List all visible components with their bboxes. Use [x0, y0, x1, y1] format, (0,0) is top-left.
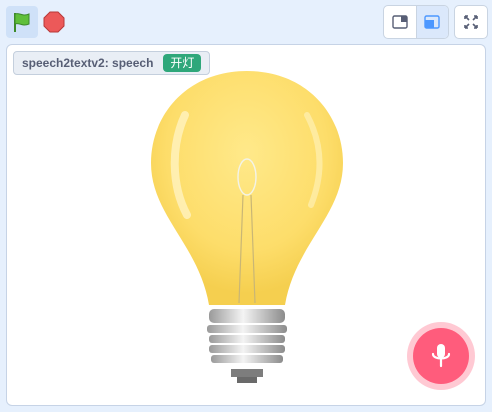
large-stage-button[interactable] [416, 6, 448, 38]
stage-toolbar [0, 0, 492, 44]
small-stage-button[interactable] [384, 6, 417, 38]
microphone-button-inner [413, 328, 469, 384]
small-stage-icon [392, 15, 408, 29]
stop-sign-icon [43, 11, 65, 33]
microphone-icon [431, 344, 451, 368]
fullscreen-icon [464, 15, 478, 29]
fullscreen-button[interactable] [454, 5, 488, 39]
green-flag-icon [14, 13, 30, 32]
microphone-button[interactable] [407, 322, 475, 390]
monitor-value: 开灯 [163, 54, 202, 72]
variable-monitor[interactable]: speech2textv2: speech 开灯 [13, 51, 211, 75]
stage[interactable]: speech2textv2: speech 开灯 [6, 44, 486, 406]
green-flag-button[interactable] [6, 6, 38, 38]
stage-size-toggle [383, 5, 449, 39]
monitor-label: speech2textv2: speech [22, 56, 154, 70]
light-bulb-sprite[interactable] [147, 65, 347, 385]
stop-button[interactable] [40, 8, 68, 36]
large-stage-icon [424, 15, 440, 29]
